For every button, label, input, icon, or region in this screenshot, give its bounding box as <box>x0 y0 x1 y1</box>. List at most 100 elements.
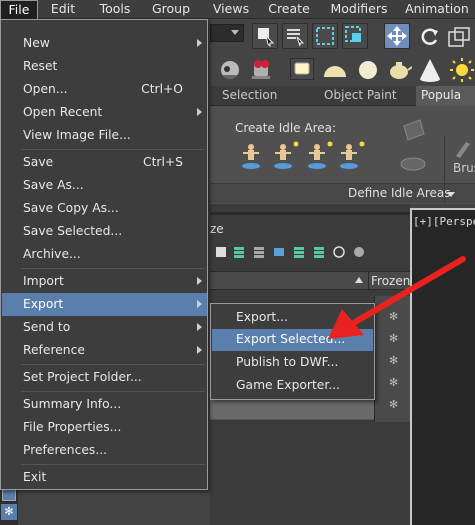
ribbon-footer[interactable]: Define Idle Areas <box>210 136 475 204</box>
menu-item-label: File Properties... <box>23 420 122 434</box>
menu-separator <box>21 149 205 150</box>
submenu-arrow-icon <box>197 39 202 47</box>
rectangular-selection-icon[interactable] <box>312 23 338 49</box>
menu-item-label: Import <box>23 274 64 288</box>
menu-item-save-copy-as[interactable]: Save Copy As... <box>2 197 207 220</box>
menu-views[interactable]: Views <box>210 0 252 19</box>
menu-item-reference[interactable]: Reference <box>2 339 207 362</box>
file-menu-dropdown: New Reset Open... Ctrl+O Open Recent View… <box>0 19 208 490</box>
submenu-arrow-icon <box>197 108 202 116</box>
menu-separator <box>21 364 205 365</box>
explorer-side-tools: ✻ <box>0 487 18 525</box>
menu-separator <box>21 268 205 269</box>
menu-animation[interactable]: Animation <box>402 0 472 19</box>
menu-item-set-project-folder[interactable]: Set Project Folder... <box>2 366 207 389</box>
chevron-down-icon <box>231 30 239 35</box>
submenu-item-publish-to-dwf[interactable]: Publish to DWF... <box>212 352 373 374</box>
menu-edit[interactable]: Edit <box>44 0 82 19</box>
menu-item-label: Preferences... <box>23 443 108 457</box>
menu-file[interactable]: File <box>0 0 38 19</box>
menu-item-label: Exit <box>23 470 47 484</box>
menu-item-save[interactable]: Save Ctrl+S <box>2 151 207 174</box>
menu-tools[interactable]: Tools <box>94 0 136 19</box>
selection-filter-dropdown[interactable] <box>210 24 244 42</box>
menu-item-exit[interactable]: Exit <box>2 466 207 489</box>
menu-item-preferences[interactable]: Preferences... <box>2 439 207 462</box>
viewport-label[interactable]: [+][Perspec <box>413 215 475 228</box>
menu-item-import[interactable]: Import <box>2 270 207 293</box>
shortcut-label: Ctrl+S <box>143 155 183 169</box>
snowflake-icon[interactable]: ✻ <box>1 504 17 520</box>
scale-tool-icon[interactable] <box>446 26 472 48</box>
menu-item-reset[interactable]: Reset <box>2 55 207 78</box>
idle-area-buttons <box>238 140 370 170</box>
menu-item-label: Send to <box>23 320 71 334</box>
menu-item-archive[interactable]: Archive... <box>2 243 207 266</box>
snowflake-icon[interactable]: ✻ <box>389 354 398 367</box>
brush-label: Brus <box>453 161 475 175</box>
explorer-title: ze <box>210 222 224 236</box>
cone-icon[interactable] <box>418 57 442 83</box>
render-setup-icon[interactable] <box>248 58 274 82</box>
menu-item-new[interactable]: New <box>2 32 207 55</box>
menu-item-label: Summary Info... <box>23 397 122 411</box>
menu-item-view-image-file[interactable]: View Image File... <box>2 124 207 147</box>
menu-item-label: Open Recent <box>23 105 103 119</box>
menu-separator <box>21 464 205 465</box>
menu-item-save-selected[interactable]: Save Selected... <box>2 220 207 243</box>
snowflake-icon[interactable]: ✻ <box>389 398 398 411</box>
menu-group[interactable]: Group <box>148 0 194 19</box>
menu-item-label: Save <box>23 155 54 169</box>
menu-item-label: Save Selected... <box>23 224 123 238</box>
menu-item-label: New <box>23 36 50 50</box>
menu-item-file-properties[interactable]: File Properties... <box>2 416 207 439</box>
submenu-arrow-icon <box>197 300 202 308</box>
chevron-down-icon <box>447 192 455 197</box>
menu-item-send-to[interactable]: Send to <box>2 316 207 339</box>
menu-modifiers[interactable]: Modifiers <box>328 0 390 19</box>
teapot-icon[interactable] <box>386 58 413 82</box>
window-crossing-icon[interactable] <box>342 23 368 49</box>
tab-object-paint[interactable]: Object Paint <box>324 86 397 106</box>
ribbon-divider <box>444 136 445 204</box>
menu-item-summary-info[interactable]: Summary Info... <box>2 393 207 416</box>
menu-separator <box>21 391 205 392</box>
menu-item-label: Save As... <box>23 178 84 192</box>
menu-item-save-as[interactable]: Save As... <box>2 174 207 197</box>
select-by-name-icon[interactable] <box>282 23 308 49</box>
move-tool-icon[interactable] <box>384 23 410 49</box>
render-toolbar <box>210 54 475 86</box>
select-object-icon[interactable] <box>252 23 278 49</box>
main-toolbar <box>210 20 475 54</box>
material-editor-icon[interactable] <box>218 58 242 82</box>
explorer-divider <box>210 212 410 215</box>
paint-area-icon[interactable] <box>398 114 428 174</box>
submenu-item-game-exporter[interactable]: Game Exporter... <box>212 375 373 397</box>
menu-item-label: Reference <box>23 343 85 357</box>
menu-item-label: Open... <box>23 82 68 96</box>
menu-item-label: View Image File... <box>23 128 131 142</box>
menu-item-label: Save Copy As... <box>23 201 119 215</box>
menu-item-export[interactable]: Export <box>2 293 207 316</box>
menu-bar: File Edit Tools Group Views Create Modif… <box>0 0 475 19</box>
menu-create[interactable]: Create <box>266 0 312 19</box>
menu-item-label: Set Project Folder... <box>23 370 142 384</box>
snowflake-icon[interactable]: ✻ <box>389 376 398 389</box>
tab-populate[interactable]: Popula <box>416 86 475 106</box>
sphere-icon[interactable] <box>356 58 380 82</box>
menu-item-label: Archive... <box>23 247 81 261</box>
ribbon-tab-bar: Selection Object Paint Popula <box>210 86 475 106</box>
shortcut-label: Ctrl+O <box>141 82 183 96</box>
menu-item-label: Export <box>23 297 64 311</box>
hemisphere-icon[interactable] <box>322 60 348 80</box>
rotate-tool-icon[interactable] <box>418 26 440 48</box>
sun-light-icon[interactable] <box>450 57 474 83</box>
tab-selection[interactable]: Selection <box>222 86 277 106</box>
submenu-arrow-icon <box>197 323 202 331</box>
menu-item-open[interactable]: Open... Ctrl+O <box>2 78 207 101</box>
menu-item-open-recent[interactable]: Open Recent <box>2 101 207 124</box>
submenu-arrow-icon <box>197 346 202 354</box>
annotation-arrow-icon <box>328 256 466 339</box>
plane-shape-icon[interactable] <box>290 58 314 80</box>
brush-icon[interactable] <box>452 138 475 158</box>
